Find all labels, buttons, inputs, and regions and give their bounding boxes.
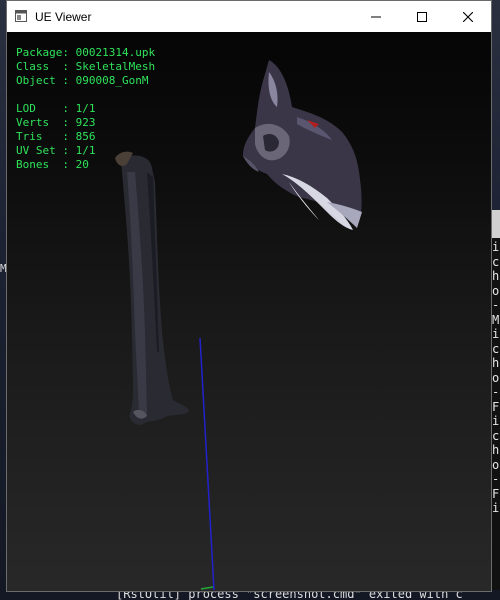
minimize-button[interactable] <box>353 1 399 32</box>
title-bar[interactable]: UE Viewer <box>7 1 491 32</box>
class-value: SkeletalMesh <box>75 60 156 73</box>
window-title: UE Viewer <box>35 10 92 24</box>
maximize-icon <box>417 11 427 22</box>
head-mesh <box>243 60 362 230</box>
lod-value: 1/1 <box>75 102 96 115</box>
verts-value: 923 <box>75 116 96 129</box>
minimize-icon <box>371 16 381 17</box>
axis-line <box>199 337 215 591</box>
close-button[interactable] <box>445 1 491 32</box>
ue-viewer-window[interactable]: UE Viewer Package: 00021314.upk Class: … <box>6 0 492 592</box>
3d-viewport[interactable]: Package: 00021314.upk Class : SkeletalMe… <box>7 32 491 591</box>
mesh-info-overlay: Package: 00021314.upk Class : SkeletalMe… <box>16 46 156 171</box>
uvset-value: 1/1 <box>75 144 96 157</box>
axis-stub <box>200 586 214 590</box>
tris-value: 856 <box>75 130 96 143</box>
cloak-mesh <box>115 151 189 425</box>
close-icon <box>463 11 473 22</box>
object-value: 090008_GonM <box>75 74 149 87</box>
app-window-icon <box>15 10 27 22</box>
bones-value: 20 <box>75 158 89 171</box>
maximize-button[interactable] <box>399 1 445 32</box>
package-value: 00021314.upk <box>75 46 156 59</box>
